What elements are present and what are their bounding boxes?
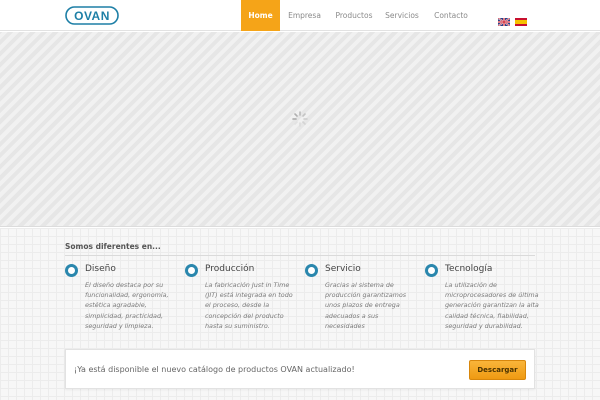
nav-servicios[interactable]: Servicios: [379, 0, 425, 31]
section-title: Somos diferentes en...: [65, 242, 161, 251]
circle-icon: [185, 264, 198, 277]
catalog-callout: ¡Ya está disponible el nuevo catálogo de…: [65, 349, 535, 389]
feature-text: Gracias al sistema de producción garanti…: [325, 281, 407, 330]
nav-empresa[interactable]: Empresa: [280, 0, 329, 31]
feature-title: Producción: [205, 264, 255, 274]
site-header: OVAN Home Empresa Productos Servicios Co…: [0, 0, 600, 31]
spanish-flag-icon[interactable]: [515, 11, 527, 26]
callout-text: ¡Ya está disponible el nuevo catálogo de…: [74, 365, 355, 374]
feature-text: El diseño destaca por su funcionalidad, …: [85, 281, 169, 330]
logo-text: OVAN: [74, 9, 110, 23]
hero-slider: [0, 32, 600, 227]
ovan-logo[interactable]: OVAN: [65, 6, 119, 25]
feature-text: La utilización de microprocesadores de ú…: [445, 281, 539, 330]
circle-icon: [65, 264, 78, 277]
nav-productos[interactable]: Productos: [329, 0, 379, 31]
main-nav: Home Empresa Productos Servicios Contact…: [241, 0, 477, 31]
section-divider: [65, 255, 535, 256]
download-button[interactable]: Descargar: [469, 360, 526, 380]
english-flag-icon[interactable]: [497, 11, 511, 27]
nav-contacto[interactable]: Contacto: [425, 0, 477, 31]
feature-title: Servicio: [325, 264, 361, 274]
circle-icon: [425, 264, 438, 277]
circle-icon: [305, 264, 318, 277]
feature-text: La fabricación Just in Time (JIT) está i…: [205, 281, 293, 330]
feature-title: Tecnología: [445, 264, 493, 274]
nav-home[interactable]: Home: [241, 0, 280, 31]
feature-title: Diseño: [85, 264, 116, 274]
loading-spinner-icon: [291, 110, 309, 128]
